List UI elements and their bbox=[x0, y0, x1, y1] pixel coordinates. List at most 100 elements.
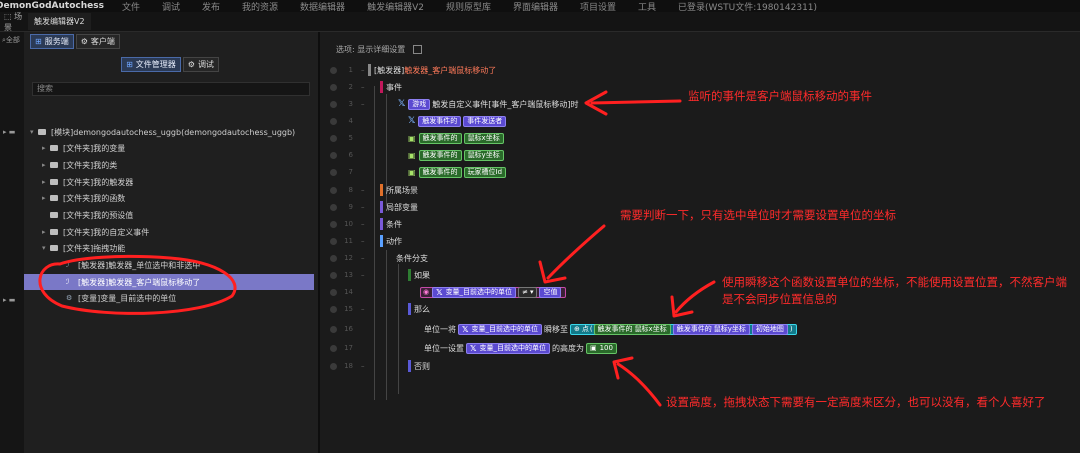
line-number[interactable]: 13– bbox=[330, 271, 370, 279]
line-number[interactable]: 8– bbox=[330, 186, 370, 194]
breakpoint-icon[interactable] bbox=[330, 151, 337, 159]
line-number[interactable]: 18– bbox=[330, 362, 370, 370]
line-number[interactable]: 7 bbox=[330, 168, 370, 176]
breakpoint-icon[interactable] bbox=[330, 203, 337, 211]
line-number[interactable]: 4 bbox=[330, 117, 370, 125]
breakpoint-icon[interactable] bbox=[330, 305, 337, 313]
collapse-icon[interactable]: – bbox=[361, 305, 365, 313]
tree-item[interactable]: ℐ [触发器]触发器_单位选中和非选中 bbox=[66, 257, 200, 273]
tree-item[interactable]: ▸ [文件夹]我的类 bbox=[42, 157, 117, 173]
collapse-icon[interactable]: – bbox=[361, 83, 365, 91]
height-variable[interactable]: 𝕏 变量_目前选中的单位 bbox=[466, 342, 550, 354]
line-number[interactable]: 3– bbox=[330, 100, 370, 108]
menu-publish[interactable]: 发布 bbox=[202, 0, 220, 13]
line-number[interactable]: 16 bbox=[330, 325, 370, 333]
line-number[interactable]: 17 bbox=[330, 344, 370, 352]
set-height-action[interactable]: 单位一设置 𝕏 变量_目前选中的单位 的高度为 ▣ 100 bbox=[424, 340, 619, 356]
line-number[interactable]: 6 bbox=[330, 151, 370, 159]
tree-item[interactable]: ▸ [文件夹]我的函数 bbox=[42, 190, 125, 206]
else-block[interactable]: 否则 bbox=[408, 358, 430, 374]
menu-data-editor[interactable]: 数据编辑器 bbox=[300, 0, 345, 13]
point-block[interactable]: ⊕ 点( 触发事件的 鼠标x坐标 触发事件的 鼠标y坐标 初始地图) bbox=[569, 323, 797, 335]
breakpoint-icon[interactable] bbox=[330, 168, 337, 176]
point-x[interactable]: 触发事件的 鼠标x坐标 bbox=[593, 323, 671, 335]
collapse-icon[interactable]: – bbox=[361, 254, 365, 262]
line-number[interactable]: 14 bbox=[330, 288, 370, 296]
menu-trigger-editor[interactable]: 触发编辑器V2 bbox=[367, 0, 424, 13]
breakpoint-icon[interactable] bbox=[330, 220, 337, 228]
breakpoint-icon[interactable] bbox=[330, 100, 337, 108]
tab-trigger-editor[interactable]: 触发编辑器V2 bbox=[28, 13, 91, 30]
breakpoint-icon[interactable] bbox=[330, 288, 337, 296]
line-number[interactable]: 1– bbox=[330, 66, 370, 74]
tab-scene[interactable]: ⬚ 场景 bbox=[0, 11, 28, 33]
local-var-section[interactable]: 局部变量 bbox=[380, 199, 418, 215]
line-number[interactable]: 9– bbox=[330, 203, 370, 211]
tree-item[interactable]: ▸ [文件夹]我的自定义事件 bbox=[42, 224, 149, 240]
detail-checkbox[interactable] bbox=[413, 45, 423, 54]
branch-block[interactable]: 条件分支 bbox=[396, 250, 428, 266]
then-block[interactable]: 那么 bbox=[408, 301, 430, 317]
breakpoint-icon[interactable] bbox=[330, 134, 337, 142]
breakpoint-icon[interactable] bbox=[330, 237, 337, 245]
tab-server[interactable]: ⊞ 服务端 bbox=[30, 33, 74, 49]
if-variable[interactable]: 𝕏 变量_目前选中的单位 bbox=[432, 286, 517, 298]
gutter-folder-icon[interactable]: ▸ ▬ bbox=[3, 128, 15, 136]
breakpoint-icon[interactable] bbox=[330, 344, 337, 352]
menu-project-settings[interactable]: 项目设置 bbox=[580, 0, 616, 13]
operator-select[interactable]: ≠ ▾ bbox=[518, 286, 538, 298]
line-number[interactable]: 12– bbox=[330, 254, 370, 262]
events-section[interactable]: 事件 bbox=[380, 79, 402, 95]
if-condition[interactable]: ◉ 𝕏 变量_目前选中的单位 ≠ ▾ 空值 bbox=[420, 284, 568, 300]
point-map[interactable]: 初始地图 bbox=[751, 323, 788, 335]
tab-client[interactable]: ⚙ 客户端 bbox=[75, 33, 120, 49]
tree-item[interactable]: ▸ [文件夹]我的触发器 bbox=[42, 174, 133, 190]
gutter-folder-icon-2[interactable]: ▸ ▬ bbox=[3, 296, 15, 304]
breakpoint-icon[interactable] bbox=[330, 362, 337, 370]
collapse-icon[interactable]: – bbox=[361, 186, 365, 194]
collapse-icon[interactable]: – bbox=[361, 100, 365, 108]
tree-item[interactable]: ⚙ [变量]变量_目前选中的单位 bbox=[66, 290, 176, 306]
menu-resources[interactable]: 我的资源 bbox=[242, 0, 278, 13]
line-number[interactable]: 5 bbox=[330, 134, 370, 142]
action-section[interactable]: 动作 bbox=[380, 233, 402, 249]
breakpoint-icon[interactable] bbox=[330, 117, 337, 125]
event-param[interactable]: ▣ 触发事件的 鼠标y坐标 bbox=[408, 147, 506, 163]
event-custom[interactable]: 𝕏 游戏 触发自定义事件[事件_客户端鼠标移动]时 bbox=[398, 96, 579, 112]
collapse-icon[interactable]: – bbox=[361, 203, 365, 211]
menu-debug[interactable]: 调试 bbox=[162, 0, 180, 13]
trigger-header[interactable]: [触发器] 触发器_客户端鼠标移动了 bbox=[368, 62, 496, 78]
menu-tools[interactable]: 工具 bbox=[638, 0, 656, 13]
event-param[interactable]: 𝕏 触发事件的 事件发送者 bbox=[408, 113, 508, 129]
collapse-icon[interactable]: – bbox=[361, 220, 365, 228]
collapse-icon[interactable]: – bbox=[361, 237, 365, 245]
breakpoint-icon[interactable] bbox=[330, 186, 337, 194]
line-number[interactable]: 10– bbox=[330, 220, 370, 228]
breakpoint-icon[interactable] bbox=[330, 271, 337, 279]
move-variable[interactable]: 𝕏 变量_目前选中的单位 bbox=[458, 323, 542, 335]
tree-root[interactable]: ▾ [模块]demongodautochess_uggb(demongodauto… bbox=[30, 124, 295, 140]
menu-ui-editor[interactable]: 界面编辑器 bbox=[513, 0, 558, 13]
breakpoint-icon[interactable] bbox=[330, 254, 337, 262]
scene-section[interactable]: 所属场景 bbox=[380, 182, 418, 198]
breakpoint-icon[interactable] bbox=[330, 83, 337, 91]
line-number[interactable]: 15– bbox=[330, 305, 370, 313]
tree-item[interactable]: ▾ [文件夹]拖拽功能 bbox=[42, 240, 125, 256]
tree-item-selected[interactable]: ℐ [触发器]触发器_客户端鼠标移动了 bbox=[24, 274, 314, 290]
line-number[interactable]: 11– bbox=[330, 237, 370, 245]
line-number[interactable]: 2– bbox=[330, 83, 370, 91]
menu-rule-library[interactable]: 规则原型库 bbox=[446, 0, 491, 13]
search-input[interactable]: 搜索 bbox=[32, 82, 310, 96]
tree-item[interactable]: ▸ [文件夹]我的变量 bbox=[42, 140, 125, 156]
event-param[interactable]: ▣ 触发事件的 鼠标x坐标 bbox=[408, 130, 506, 146]
collapse-icon[interactable]: – bbox=[361, 271, 365, 279]
event-param[interactable]: ▣ 触发事件的 玩家槽位Id bbox=[408, 164, 508, 180]
collapse-icon[interactable]: – bbox=[361, 362, 365, 370]
gutter-all[interactable]: ⌕全部 bbox=[2, 35, 20, 45]
breakpoint-icon[interactable] bbox=[330, 325, 337, 333]
point-y[interactable]: 触发事件的 鼠标y坐标 bbox=[672, 323, 750, 335]
tab-debug[interactable]: ⚙ 调试 bbox=[182, 56, 219, 72]
height-value[interactable]: ▣ 100 bbox=[585, 342, 617, 354]
if-block[interactable]: 如果 bbox=[408, 267, 430, 283]
teleport-action[interactable]: 单位一将 𝕏 变量_目前选中的单位 瞬移至 ⊕ 点( 触发事件的 鼠标x坐标 触发事件… bbox=[424, 321, 799, 337]
